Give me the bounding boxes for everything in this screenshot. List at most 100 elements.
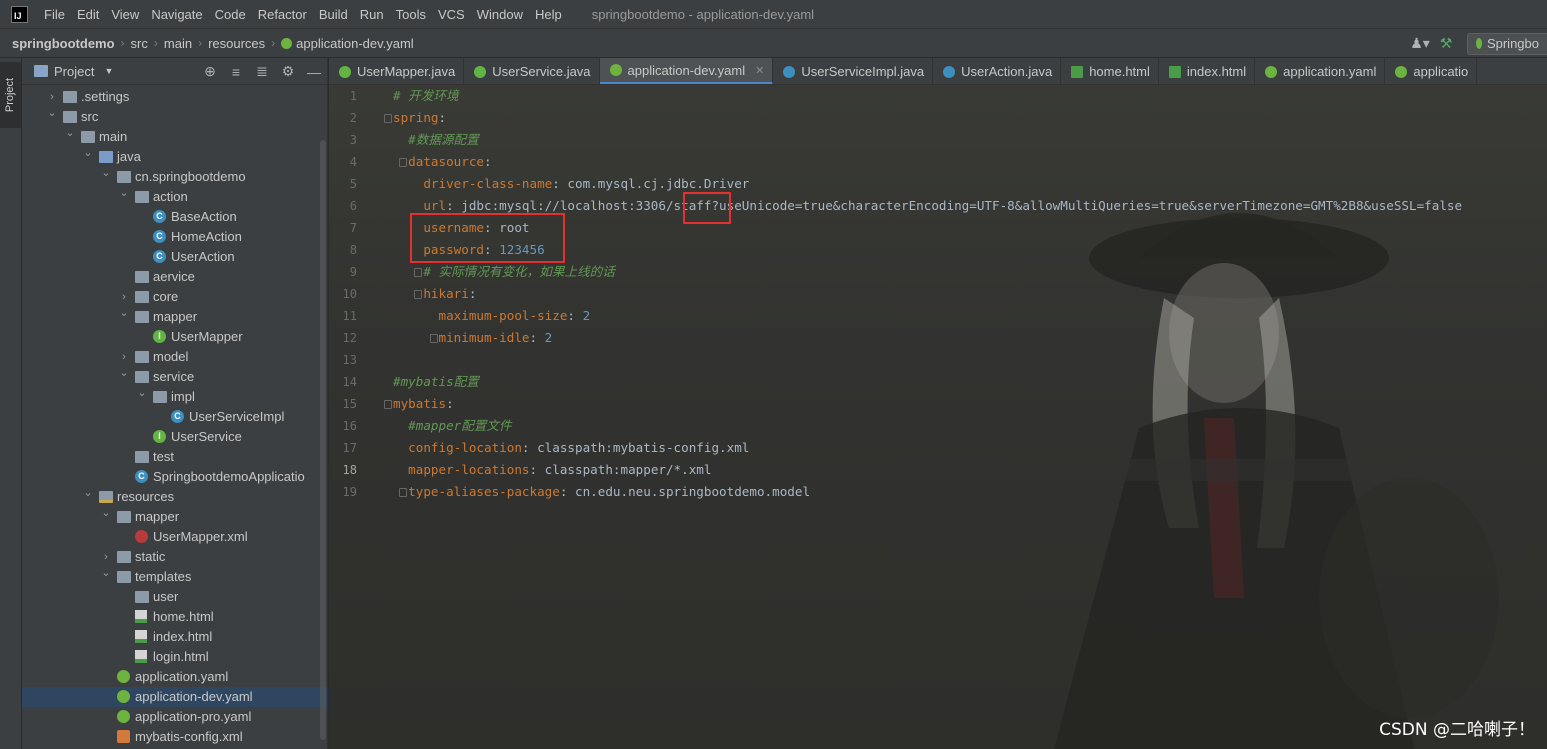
code-line[interactable]: type-aliases-package: cn.edu.neu.springb…	[393, 481, 1543, 503]
menu-refactor[interactable]: Refactor	[252, 7, 313, 22]
breadcrumb-item[interactable]: application-dev.yaml	[281, 36, 414, 51]
chevron-down-icon[interactable]: ⌄	[100, 503, 112, 523]
code-line[interactable]: # 开发环境	[393, 85, 1543, 107]
chevron-down-icon[interactable]: ⌄	[100, 563, 112, 583]
close-icon[interactable]: ✕	[755, 64, 764, 77]
chevron-down-icon[interactable]: ⌄	[64, 123, 76, 143]
gear-icon[interactable]: ⚙	[275, 63, 301, 80]
breadcrumb-item[interactable]: src	[131, 36, 148, 51]
tree-item[interactable]: C SpringbootdemoApplicatio	[22, 467, 327, 487]
fold-marker-icon[interactable]	[399, 158, 408, 167]
tree-item[interactable]: ⌄ cn.springbootdemo	[22, 167, 327, 187]
tree-item[interactable]: mybatis-config.xml	[22, 727, 327, 747]
tree-item[interactable]: C UserAction	[22, 247, 327, 267]
tree-item[interactable]: › .settings	[22, 87, 327, 107]
locate-target-icon[interactable]: ⊕	[197, 63, 223, 80]
tree-item[interactable]: ⌄ resources	[22, 487, 327, 507]
menu-tools[interactable]: Tools	[390, 7, 432, 22]
tree-item[interactable]: application-pro.yaml	[22, 707, 327, 727]
tree-item[interactable]: I UserMapper	[22, 327, 327, 347]
menu-window[interactable]: Window	[471, 7, 529, 22]
menu-edit[interactable]: Edit	[71, 7, 105, 22]
chevron-down-icon[interactable]: ⌄	[118, 183, 130, 203]
fold-marker-icon[interactable]	[414, 268, 423, 277]
collapse-all-icon[interactable]: ≣	[249, 63, 275, 80]
code-line[interactable]: maximum-pool-size: 2	[393, 305, 1543, 327]
menu-build[interactable]: Build	[313, 7, 354, 22]
code-line[interactable]: username: root	[393, 217, 1543, 239]
menu-help[interactable]: Help	[529, 7, 568, 22]
editor-tab[interactable]: application-dev.yaml ✕	[599, 58, 774, 84]
fold-marker-icon[interactable]	[399, 488, 408, 497]
code-line[interactable]: #数据源配置	[393, 129, 1543, 151]
user-icon[interactable]: ♟▾	[1407, 35, 1433, 52]
chevron-down-icon[interactable]: ⌄	[118, 303, 130, 323]
hide-panel-icon[interactable]: —	[301, 64, 327, 80]
code-line[interactable]: url: jdbc:mysql://localhost:3306/staff?u…	[393, 195, 1543, 217]
menu-run[interactable]: Run	[354, 7, 390, 22]
tree-item[interactable]: application-dev.yaml	[22, 687, 327, 707]
editor-tab[interactable]: home.html	[1061, 58, 1159, 84]
tree-item[interactable]: ⌄ java	[22, 147, 327, 167]
tree-item[interactable]: application.yaml	[22, 667, 327, 687]
tree-item[interactable]: ⌄ mapper	[22, 507, 327, 527]
code-line[interactable]: password: 123456	[393, 239, 1543, 261]
breadcrumb-item[interactable]: springbootdemo	[12, 36, 115, 51]
menu-view[interactable]: View	[105, 7, 145, 22]
code-line[interactable]: config-location: classpath:mybatis-confi…	[393, 437, 1543, 459]
tree-item[interactable]: › core	[22, 287, 327, 307]
code-line[interactable]: mapper-locations: classpath:mapper/*.xml	[393, 459, 1543, 481]
tree-item[interactable]: ⌄ impl	[22, 387, 327, 407]
fold-marker-icon[interactable]	[429, 334, 438, 343]
menu-code[interactable]: Code	[209, 7, 252, 22]
chevron-down-icon[interactable]: ⌄	[82, 483, 94, 503]
editor-tab[interactable]: index.html	[1159, 58, 1256, 84]
tree-item[interactable]: test	[22, 447, 327, 467]
tree-item[interactable]: C BaseAction	[22, 207, 327, 227]
editor-tab[interactable]: application.yaml	[1255, 58, 1386, 84]
tree-item[interactable]: ⌄ action	[22, 187, 327, 207]
code-line[interactable]: spring:	[384, 107, 1543, 129]
chevron-down-icon[interactable]: ⌄	[100, 163, 112, 183]
chevron-down-icon[interactable]: ▼	[104, 66, 113, 76]
tree-item[interactable]: C UserServiceImpl	[22, 407, 327, 427]
tree-item[interactable]: login.html	[22, 647, 327, 667]
code-line[interactable]: driver-class-name: com.mysql.cj.jdbc.Dri…	[393, 173, 1543, 195]
tree-item[interactable]: ⌄ templates	[22, 567, 327, 587]
chevron-down-icon[interactable]: ⌄	[136, 383, 148, 403]
code-line[interactable]: datasource:	[393, 151, 1543, 173]
chevron-down-icon[interactable]: ⌄	[118, 363, 130, 383]
code-line[interactable]: minimum-idle: 2	[393, 327, 1543, 349]
editor-tab[interactable]: UserServiceImpl.java	[773, 58, 934, 84]
code-line[interactable]	[393, 349, 1543, 371]
tree-item[interactable]: aervice	[22, 267, 327, 287]
fold-marker-icon[interactable]	[384, 400, 392, 409]
chevron-down-icon[interactable]: ⌄	[82, 143, 94, 163]
tree-item[interactable]: user	[22, 587, 327, 607]
code-line[interactable]: # 实际情况有变化，如果上线的话	[393, 261, 1543, 283]
tree-item[interactable]: UserMapper.xml	[22, 527, 327, 547]
tree-item[interactable]: ⌄ main	[22, 127, 327, 147]
tree-item[interactable]: I UserService	[22, 427, 327, 447]
run-configuration-select[interactable]: Springbo	[1467, 32, 1547, 55]
tree-item[interactable]: ⌄ service	[22, 367, 327, 387]
menu-vcs[interactable]: VCS	[432, 7, 471, 22]
tree-item[interactable]: index.html	[22, 627, 327, 647]
fold-marker-icon[interactable]	[384, 114, 392, 123]
breadcrumb-item[interactable]: main	[164, 36, 192, 51]
editor-tab[interactable]: UserService.java	[464, 58, 600, 84]
project-tool-window-tab[interactable]: Project	[0, 62, 21, 128]
chevron-down-icon[interactable]: ⌄	[46, 103, 58, 123]
editor-tab[interactable]: UserMapper.java	[329, 58, 465, 84]
code-line[interactable]: #mapper配置文件	[393, 415, 1543, 437]
code-content[interactable]: # 开发环境 spring: #数据源配置 datasource: driver-…	[384, 85, 1543, 503]
tree-item[interactable]: C HomeAction	[22, 227, 327, 247]
expand-all-icon[interactable]: ≡	[223, 64, 249, 80]
code-line[interactable]: hikari:	[393, 283, 1543, 305]
editor-tab[interactable]: applicatio	[1385, 58, 1478, 84]
project-tree-scrollbar[interactable]	[320, 140, 326, 740]
menu-navigate[interactable]: Navigate	[145, 7, 208, 22]
tree-item[interactable]: ⌄ mapper	[22, 307, 327, 327]
editor-tab[interactable]: UserAction.java	[933, 58, 1062, 84]
hammer-build-icon[interactable]: ⚒	[1433, 35, 1459, 52]
